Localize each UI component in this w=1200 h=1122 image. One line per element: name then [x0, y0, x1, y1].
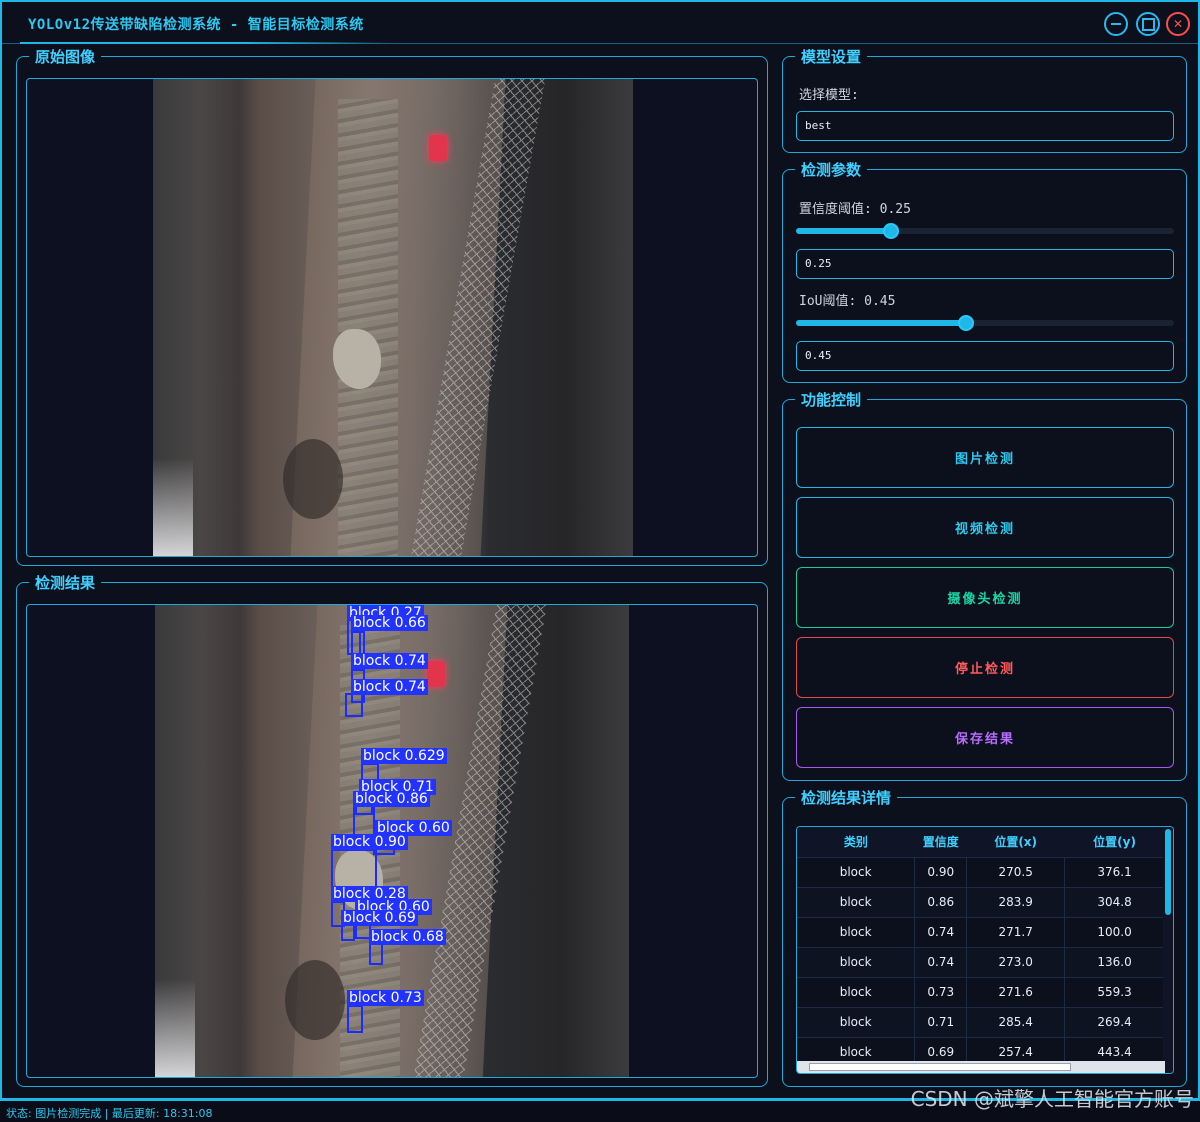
result-image: block 0.27 block 0.66 block 0.74 block 0…: [155, 605, 629, 1077]
cell-x: 270.5: [966, 857, 1066, 888]
horizontal-scrollbar-thumb[interactable]: [809, 1063, 1071, 1071]
vertical-scrollbar-thumb[interactable]: [1165, 829, 1171, 915]
original-image-title: 原始图像: [29, 46, 102, 67]
cell-y: 269.4: [1064, 1007, 1165, 1038]
cell-y: 304.8: [1064, 887, 1165, 918]
model-settings-title: 模型设置: [795, 46, 868, 67]
status-bar: 状态: 图片检测完成 | 最后更新: 18:31:08 CSDN @斌擎人工智能…: [0, 1087, 1200, 1122]
iou-slider-fill: [796, 320, 966, 326]
cell-y: 559.3: [1064, 977, 1165, 1008]
camera-detect-button[interactable]: 摄像头检测: [796, 567, 1174, 628]
detection-result-title: 检测结果: [29, 572, 102, 593]
cell-x: 283.9: [966, 887, 1066, 918]
original-image-panel: 原始图像: [16, 46, 768, 566]
function-controls-title: 功能控制: [795, 389, 868, 410]
maximize-icon[interactable]: [1136, 12, 1160, 36]
results-detail-title: 检测结果详情: [795, 787, 898, 808]
confidence-label: 置信度阈值: 0.25: [799, 202, 911, 217]
video-detect-button[interactable]: 视频检测: [796, 497, 1174, 558]
cell-y: 376.1: [1064, 857, 1165, 888]
iou-slider[interactable]: [796, 315, 1174, 331]
detection-label: block 0.68: [369, 929, 446, 945]
result-image-frame: block 0.27 block 0.66 block 0.74 block 0…: [26, 604, 758, 1078]
title-bar: YOLOv12传送带缺陷检测系统 - 智能目标检测系统 ✕: [2, 2, 1198, 44]
confidence-input[interactable]: 0.25: [796, 249, 1174, 279]
confidence-slider-handle[interactable]: [883, 223, 899, 239]
cell-class: block: [797, 857, 916, 888]
detection-label: block 0.74: [351, 653, 428, 669]
status-text: 状态: 图片检测完成 | 最后更新: 18:31:08: [6, 1107, 213, 1120]
detection-label: block 0.90: [331, 834, 408, 850]
column-header-class[interactable]: 类别: [797, 827, 915, 858]
detection-label: block 0.74: [351, 679, 428, 695]
original-image: [153, 79, 633, 556]
table-row[interactable]: block 0.73 271.6 559.3: [797, 977, 1165, 1008]
detection-box: [369, 943, 383, 965]
cell-confidence: 0.74: [914, 917, 968, 948]
detection-params-title: 检测参数: [795, 159, 868, 180]
cell-x: 271.7: [966, 917, 1066, 948]
model-select[interactable]: best: [796, 111, 1174, 141]
cell-x: 285.4: [966, 1007, 1066, 1038]
confidence-slider-fill: [796, 228, 891, 234]
cell-confidence: 0.71: [914, 1007, 968, 1038]
window-title: YOLOv12传送带缺陷检测系统 - 智能目标检测系统: [28, 17, 364, 33]
column-header-x[interactable]: 位置(x): [966, 827, 1065, 858]
table-row[interactable]: block 0.86 283.9 304.8: [797, 887, 1165, 918]
detection-label: block 0.66: [351, 615, 428, 631]
cell-confidence: 0.90: [914, 857, 968, 888]
cell-confidence: 0.73: [914, 977, 968, 1008]
cell-class: block: [797, 1007, 916, 1038]
detection-result-panel: 检测结果 block 0.27 block 0.66 block 0.74 bl…: [16, 572, 768, 1087]
cell-confidence: 0.74: [914, 947, 968, 978]
original-image-frame: [26, 78, 758, 557]
save-results-button[interactable]: 保存结果: [796, 707, 1174, 768]
iou-slider-handle[interactable]: [958, 315, 974, 331]
iou-label: IoU阈值: 0.45: [799, 294, 896, 309]
detection-box: [345, 693, 363, 717]
vertical-scrollbar[interactable]: [1163, 827, 1173, 1073]
cell-class: block: [797, 947, 916, 978]
results-table: 类别 置信度 位置(x) 位置(y) block 0.90 270.5 376.…: [797, 827, 1165, 1068]
table-row[interactable]: block 0.74 271.7 100.0: [797, 917, 1165, 948]
cell-x: 271.6: [966, 977, 1066, 1008]
minimize-icon[interactable]: [1104, 12, 1128, 36]
title-underline: [20, 42, 392, 44]
column-header-y[interactable]: 位置(y): [1064, 827, 1165, 858]
results-table-container: 类别 置信度 位置(x) 位置(y) block 0.90 270.5 376.…: [796, 826, 1174, 1074]
image-detect-button[interactable]: 图片检测: [796, 427, 1174, 488]
cell-class: block: [797, 917, 916, 948]
detection-label: block 0.73: [347, 990, 424, 1006]
cell-confidence: 0.86: [914, 887, 968, 918]
close-icon[interactable]: ✕: [1166, 12, 1190, 36]
main-window: YOLOv12传送带缺陷检测系统 - 智能目标检测系统 ✕ 原始图像 检测结果: [0, 0, 1200, 1100]
horizontal-scrollbar[interactable]: [797, 1061, 1165, 1073]
column-header-confidence[interactable]: 置信度: [914, 827, 967, 858]
cell-class: block: [797, 887, 916, 918]
select-model-label: 选择模型:: [799, 88, 859, 103]
stop-detect-button[interactable]: 停止检测: [796, 637, 1174, 698]
confidence-slider[interactable]: [796, 223, 1174, 239]
detection-box: [347, 1005, 363, 1033]
cell-class: block: [797, 977, 916, 1008]
iou-input[interactable]: 0.45: [796, 341, 1174, 371]
cell-y: 136.0: [1064, 947, 1165, 978]
table-row[interactable]: block 0.71 285.4 269.4: [797, 1007, 1165, 1038]
table-row[interactable]: block 0.90 270.5 376.1: [797, 857, 1165, 888]
cell-y: 100.0: [1064, 917, 1165, 948]
table-row[interactable]: block 0.74 273.0 136.0: [797, 947, 1165, 978]
table-header-row: 类别 置信度 位置(x) 位置(y): [797, 827, 1165, 858]
detection-label: block 0.629: [361, 748, 447, 764]
detection-label: block 0.69: [341, 910, 418, 926]
detection-label: block 0.86: [353, 791, 430, 807]
cell-x: 273.0: [966, 947, 1066, 978]
watermark: CSDN @斌擎人工智能官方账号: [910, 1087, 1194, 1111]
